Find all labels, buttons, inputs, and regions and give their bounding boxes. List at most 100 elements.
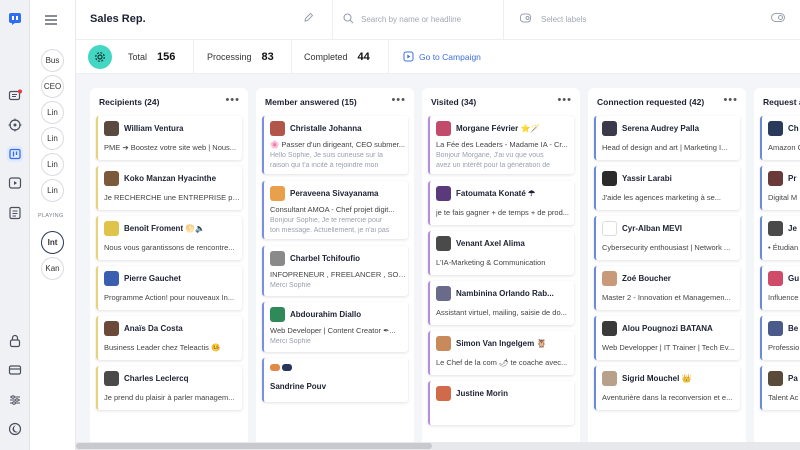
- lead-headline: Master 2 - Innovation et Managemen...: [602, 293, 731, 302]
- list-icon[interactable]: [7, 205, 23, 221]
- lead-card[interactable]: Fatoumata Konaté ☂ je te fais gagner + d…: [428, 181, 574, 225]
- message-preview: ton message. Actuellement, je n'ai pas: [270, 227, 390, 234]
- lead-name: Abdourahim Diallo: [290, 310, 362, 319]
- column-menu-icon[interactable]: •••: [723, 94, 738, 106]
- persona-bubble[interactable]: Lin: [41, 179, 64, 202]
- lead-card[interactable]: Morgane Février ⭐🪄 La Fée des Leaders - …: [428, 116, 574, 174]
- lead-card[interactable]: Pa Talent Ac: [760, 366, 800, 410]
- chat-icon[interactable]: [7, 88, 23, 104]
- lead-card[interactable]: Serena Audrey Palla Head of design and a…: [594, 116, 740, 160]
- lead-card[interactable]: Gu Influence: [760, 266, 800, 310]
- stat-total: Total 156: [128, 40, 175, 74]
- search-input[interactable]: Search by name or headline: [332, 0, 504, 40]
- moon-icon[interactable]: [7, 421, 23, 437]
- lead-card[interactable]: Ch Amazon C: [760, 116, 800, 160]
- lead-card[interactable]: Peraveena Sivayanama Consultant AMOA - C…: [262, 181, 408, 239]
- stat-processing: Processing 83: [207, 40, 274, 74]
- avatar: [602, 121, 617, 136]
- persona-bubble[interactable]: Lin: [41, 127, 64, 150]
- lead-card[interactable]: Simon Van Ingelgem 🦉 Le Chef de la com 🌶…: [428, 331, 574, 375]
- toggle-icon[interactable]: [771, 12, 785, 25]
- labels-select[interactable]: Select labels: [514, 0, 766, 40]
- lead-card[interactable]: Be Professio: [760, 316, 800, 360]
- avatar: [768, 121, 783, 136]
- lead-card[interactable]: Sigrid Mouchel 👑 Aventurière dans la rec…: [594, 366, 740, 410]
- lead-card[interactable]: Pr Digital M: [760, 166, 800, 210]
- edit-icon[interactable]: [303, 12, 314, 26]
- lead-card[interactable]: Anaïs Da Costa Business Leader chez Tele…: [96, 316, 242, 360]
- lead-name: Charbel Tchifoufio: [290, 254, 361, 263]
- kanban-board: Recipients (24) ••• William Ventura PME …: [76, 74, 800, 442]
- lead-card[interactable]: Cyr-Alban MEVI Cybersecurity enthousiast…: [594, 216, 740, 260]
- avatar: [768, 271, 783, 286]
- logo-icon[interactable]: [7, 11, 23, 27]
- label-tag: [282, 364, 292, 371]
- lead-card[interactable]: Koko Manzan Hyacinthe Je RECHERCHE une E…: [96, 166, 242, 210]
- persona-bubble[interactable]: Lin: [41, 153, 64, 176]
- lead-name: Venant Axel Alima: [456, 239, 525, 248]
- lead-card[interactable]: Je • Étudian: [760, 216, 800, 260]
- message-preview: Merci Sophie: [270, 338, 311, 345]
- lead-card[interactable]: Yassir Larabi J'aide les agences marketi…: [594, 166, 740, 210]
- lead-headline: Amazon C: [768, 143, 800, 152]
- lead-card[interactable]: Venant Axel Alima L'IA-Marketing & Commu…: [428, 231, 574, 275]
- lead-card[interactable]: Justine Morin: [428, 381, 574, 425]
- avatar: [602, 171, 617, 186]
- lead-name: Peraveena Sivayanama: [290, 189, 379, 198]
- card-icon[interactable]: [7, 362, 23, 378]
- horizontal-scrollbar[interactable]: [76, 442, 800, 450]
- lead-headline: Business Leader chez Teleactis 🤒: [104, 343, 221, 352]
- target-icon[interactable]: [7, 117, 23, 133]
- avatar: [602, 321, 617, 336]
- avatar: [270, 186, 285, 201]
- persona-bubble[interactable]: Lin: [41, 101, 64, 124]
- lock-icon[interactable]: [7, 333, 23, 349]
- lead-card[interactable]: William Ventura PME ➔ Boostez votre site…: [96, 116, 242, 160]
- video-icon[interactable]: [7, 175, 23, 191]
- stat-completed-label: Completed: [304, 52, 348, 62]
- lead-card[interactable]: Charbel Tchifoufio INFOPRENEUR , FREELAN…: [262, 246, 408, 296]
- playing-bubble[interactable]: Kan: [41, 257, 64, 280]
- persona-bubble[interactable]: Bus: [41, 49, 64, 72]
- go-to-campaign-link[interactable]: Go to Campaign: [403, 51, 481, 62]
- lead-name: Be: [788, 324, 799, 333]
- kanban-column-connection-requested: Connection requested (42) ••• Serena Aud…: [588, 88, 746, 442]
- lead-headline: Influence: [768, 293, 799, 302]
- lead-card[interactable]: Sandrine Pouv: [262, 358, 408, 402]
- message-preview: Merci Sophie: [270, 282, 311, 289]
- go-to-campaign-label: Go to Campaign: [419, 51, 481, 62]
- stat-total-value: 156: [157, 51, 176, 63]
- lead-card[interactable]: Abdourahim Diallo Web Developer | Conten…: [262, 302, 408, 352]
- lead-card[interactable]: Charles Leclercq Je prend du plaisir à p…: [96, 366, 242, 410]
- gear-icon[interactable]: [88, 45, 112, 69]
- avatar: [768, 221, 783, 236]
- column-menu-icon[interactable]: •••: [391, 94, 406, 106]
- column-menu-icon[interactable]: •••: [557, 94, 572, 106]
- sliders-icon[interactable]: [7, 392, 23, 408]
- column-title: Request a: [763, 97, 800, 107]
- lead-headline: J'aide les agences marketing à se...: [602, 193, 721, 202]
- board-icon[interactable]: [7, 146, 23, 162]
- playing-bubble-selected[interactable]: Int: [41, 231, 64, 254]
- avatar: [104, 171, 119, 186]
- lead-name: Serena Audrey Palla: [622, 124, 700, 133]
- lead-headline: Nous vous garantissons de rencontre...: [104, 243, 235, 252]
- lead-card[interactable]: Nambinina Orlando Rab... Assistant virtu…: [428, 281, 574, 325]
- lead-card[interactable]: Benoît Froment 🌕🔈 Nous vous garantissons…: [96, 216, 242, 260]
- lead-name: Justine Morin: [456, 389, 509, 398]
- lead-card[interactable]: Alou Pougnozi BATANA Web Developper | IT…: [594, 316, 740, 360]
- lead-name: Fatoumata Konaté ☂: [456, 189, 536, 198]
- lead-card[interactable]: Pierre Gauchet Programme Action! pour no…: [96, 266, 242, 310]
- menu-icon[interactable]: [45, 13, 57, 28]
- lead-card[interactable]: Zoé Boucher Master 2 - Innovation et Man…: [594, 266, 740, 310]
- persona-bubble[interactable]: CEO: [41, 75, 64, 98]
- scrollbar-thumb[interactable]: [76, 443, 432, 449]
- lead-headline: Head of design and art | Marketing I...: [602, 143, 728, 152]
- kanban-column-visited: Visited (34) ••• Morgane Février ⭐🪄 La F…: [422, 88, 580, 442]
- lead-headline: L'IA-Marketing & Communication: [436, 258, 546, 267]
- column-menu-icon[interactable]: •••: [225, 94, 240, 106]
- lead-card[interactable]: Christalle Johanna 🌸 Passer d'un dirigea…: [262, 116, 408, 174]
- avatar: [602, 271, 617, 286]
- lead-name: Gu: [788, 274, 800, 283]
- lead-headline: Digital M: [768, 193, 798, 202]
